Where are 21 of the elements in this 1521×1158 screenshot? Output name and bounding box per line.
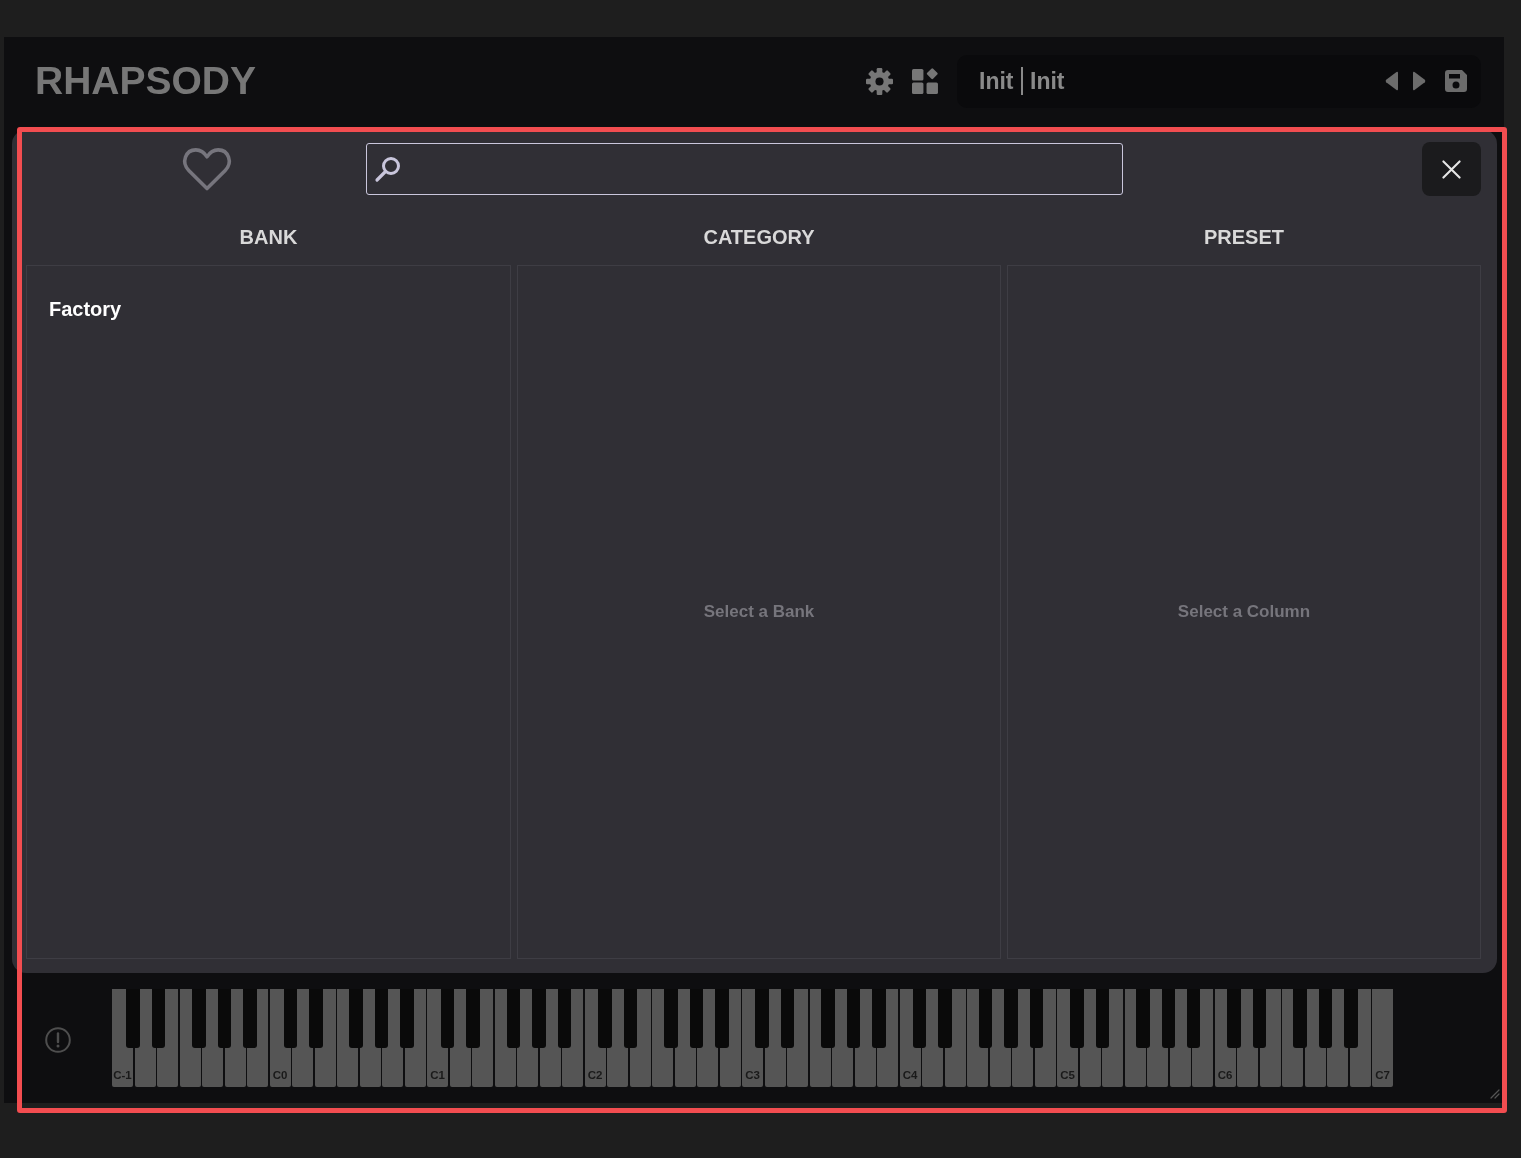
resize-grip-icon[interactable] xyxy=(1488,1087,1500,1099)
search-field[interactable] xyxy=(366,143,1123,195)
close-icon xyxy=(1442,159,1461,179)
empty-message: Select a Column xyxy=(1177,602,1311,622)
piano-key[interactable]: C7 xyxy=(1372,989,1393,1087)
settings-icon[interactable] xyxy=(866,67,893,95)
column-header: CATEGORY xyxy=(703,226,815,248)
list-item[interactable]: Factory xyxy=(47,296,124,323)
close-button[interactable] xyxy=(1422,142,1481,196)
warning-icon[interactable] xyxy=(45,1027,71,1053)
empty-message: Select a Bank xyxy=(703,602,815,622)
search-icon xyxy=(374,155,402,183)
left-arrow-icon[interactable] xyxy=(1385,71,1399,91)
right-arrow-icon[interactable] xyxy=(1412,71,1426,91)
plugin-title: RHAPSODY xyxy=(35,59,258,103)
column-header: BANK xyxy=(239,226,298,248)
column-header: PRESET xyxy=(1204,226,1284,248)
save-icon[interactable] xyxy=(1445,70,1467,92)
grid-icon[interactable] xyxy=(912,67,939,95)
preset-name[interactable]: Init xyxy=(1030,67,1065,95)
bank-name[interactable]: Init xyxy=(979,67,1014,95)
